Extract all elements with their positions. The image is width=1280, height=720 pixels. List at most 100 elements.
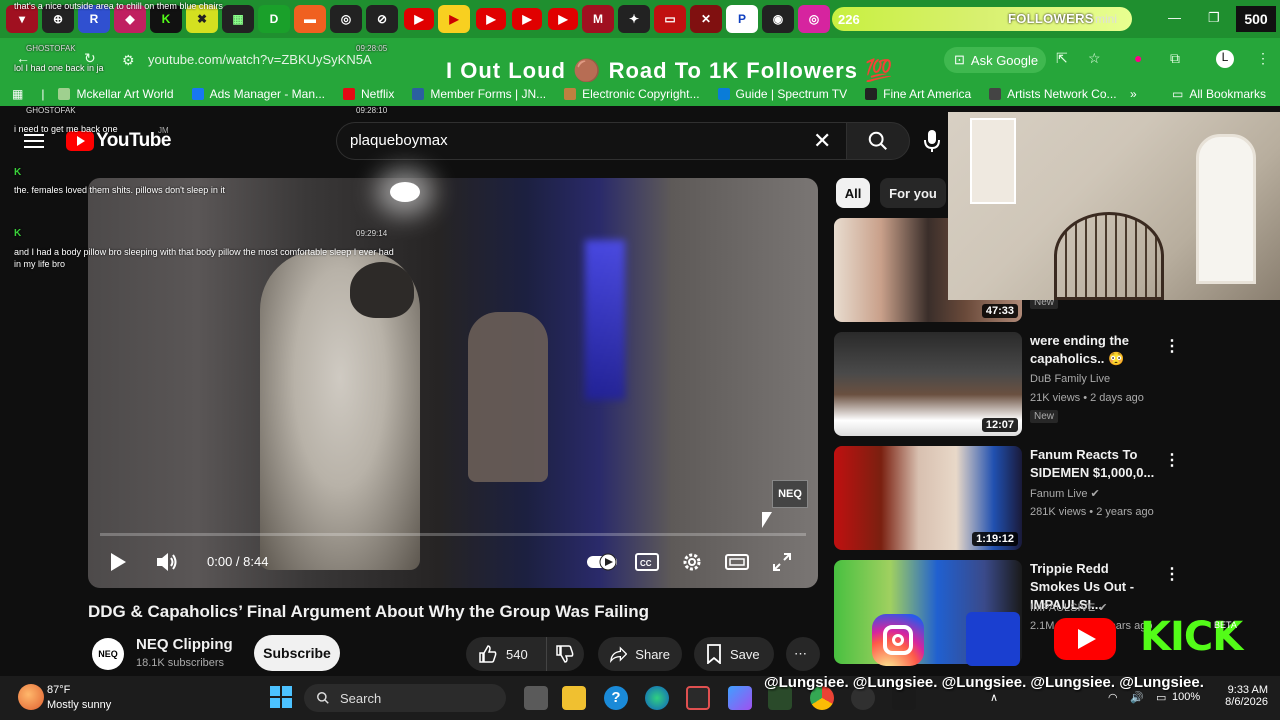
dislike-button[interactable] [546,637,584,671]
recommendation-thumbnail[interactable]: 12:07 [834,332,1022,436]
subscribe-button[interactable]: Subscribe [254,635,340,671]
recommendation-title[interactable]: Fanum Reacts To SIDEMEN $1,000,0... [1030,446,1160,482]
menu-kebab-icon[interactable]: ⋮ [1256,50,1270,67]
tab-youtube-icon[interactable]: ▶ [404,8,434,30]
like-count: 540 [506,646,528,662]
bookmark-star-icon[interactable]: ☆ [1088,50,1101,67]
bookmark-favicon-icon [717,88,730,100]
bookmark-item[interactable]: Fine Art America [865,87,971,101]
help-icon[interactable]: ? [604,686,628,710]
extensions-puzzle-icon[interactable]: ⧉ [1170,50,1180,67]
tab-star-icon[interactable]: ✦ [618,5,650,33]
like-button[interactable]: 540 [466,637,546,671]
bookmark-item[interactable]: Member Forms | JN... [412,87,546,101]
tab-o-icon[interactable]: ◉ [762,5,794,33]
apps-grid-icon[interactable]: ▦ [12,87,23,101]
recommendation-meta: 281K views • 2 years ago [1030,506,1154,518]
install-icon[interactable]: ⇱ [1056,50,1068,67]
tab-globe-icon[interactable]: ⊘ [366,5,398,33]
recommendation-thumbnail[interactable]: 1:19:12 [834,446,1022,550]
tab-d-icon[interactable]: D [258,5,290,33]
video-player[interactable] [88,178,818,588]
tab-orange-icon[interactable]: ▬ [294,5,326,33]
recommendation-channel[interactable]: DuB Family Live [1030,373,1110,385]
copilot-icon[interactable] [728,686,752,710]
bookmark-item[interactable]: Ads Manager - Man... [191,87,325,101]
bookmarks-overflow-icon[interactable]: » [1130,87,1137,101]
tab-red-icon[interactable]: ▭ [654,5,686,33]
battery-icon[interactable]: ▭ [1156,691,1166,704]
chat-username: GHOSTOFAK [26,106,76,115]
volume-button[interactable] [154,550,180,574]
search-button[interactable] [846,122,910,160]
windows-start-icon[interactable] [270,686,292,708]
fullscreen-button[interactable] [769,550,795,574]
more-actions-button[interactable]: ⋯ [786,637,820,671]
extension-icon[interactable]: ● [1134,50,1142,66]
volume-tray-icon[interactable]: 🔊 [1130,691,1144,704]
site-info-icon[interactable]: ⚙ [122,52,135,69]
progress-bar[interactable] [100,533,806,536]
bookmark-item[interactable]: Electronic Copyright... [564,87,700,101]
url-field[interactable]: youtube.com/watch?v=ZBKUySyKN5A [148,52,372,67]
network-icon[interactable]: ◠ [1108,691,1118,704]
profile-avatar-icon[interactable]: L [1216,50,1234,68]
bookmark-item[interactable]: Mckellar Art World [58,87,174,101]
share-button[interactable]: Share [598,637,682,671]
bookmark-item[interactable]: Artists Network Co... [989,87,1117,101]
chip-for-you[interactable]: For you [880,178,946,208]
recommendation-channel[interactable]: IMPAULSIVE ✔ [1030,601,1107,614]
channel-name[interactable]: NEQ Clipping [136,636,233,653]
bookmark-item[interactable]: Guide | Spectrum TV [717,87,847,101]
play-button[interactable] [106,550,130,574]
kick-chat-icon: K [14,228,22,239]
minimize-icon[interactable]: — [1168,10,1181,25]
bookmark-favicon-icon [564,88,577,100]
taskbar-clock[interactable]: 9:33 AM 8/6/2026 [1210,684,1268,708]
taskbar-search[interactable]: Search [304,684,506,712]
captions-button[interactable]: CC [634,550,660,574]
webcam-doorway [1196,134,1256,284]
tab-dark-red-icon[interactable]: ✕ [690,5,722,33]
channel-avatar[interactable]: NEQ [92,638,124,670]
tab-m-icon[interactable]: M [582,5,614,33]
weather-description[interactable]: Mostly sunny [47,699,111,711]
tab-pp-icon[interactable]: P [726,5,758,33]
file-explorer-icon[interactable] [562,686,586,710]
restore-icon[interactable]: ❐ [1208,10,1220,26]
tab-youtube-icon[interactable]: ▶ [548,8,578,30]
person-background [468,312,548,482]
recommendation-menu-icon[interactable]: ⋮ [1164,336,1180,356]
task-view-icon[interactable] [524,686,548,710]
save-button[interactable]: Save [694,637,774,671]
recommendation-menu-icon[interactable]: ⋮ [1164,450,1180,470]
all-bookmarks[interactable]: ▭ All Bookmarks [1172,87,1266,101]
duration-badge: 12:07 [981,418,1018,432]
weather-temperature[interactable]: 87°F [47,684,70,696]
search-query[interactable]: plaqueboymax [350,132,448,149]
clear-search-icon[interactable]: ✕ [813,128,831,154]
recommendation-menu-icon[interactable]: ⋮ [1164,564,1180,584]
youtube-logo-icon[interactable] [66,131,94,151]
ask-google-button[interactable]: ⊡ Ask Google [944,47,1046,73]
tab-youtube-icon[interactable]: ▶ [512,8,542,30]
voice-search-button[interactable] [918,124,946,158]
weather-sun-icon[interactable] [18,684,44,710]
tab-circle-icon[interactable]: ◎ [330,5,362,33]
recommendation-title[interactable]: were ending the capaholics.. 😳 [1030,332,1160,368]
tray-overflow-icon[interactable]: ∧ [990,691,998,704]
tab-youtube-icon[interactable]: ▶ [476,8,506,30]
recommendation-channel[interactable]: Fanum Live ✔ [1030,487,1100,500]
chip-all[interactable]: All [836,178,870,208]
tab-youtube-active-icon[interactable]: ▶ [438,5,470,33]
edge-browser-icon[interactable] [645,686,669,710]
tab-instagram-icon[interactable]: ◎ [798,5,830,33]
settings-button[interactable] [679,550,705,574]
autoplay-toggle[interactable] [586,552,618,572]
bookmark-item[interactable]: Netflix [343,87,394,101]
hamburger-menu-icon[interactable] [24,134,44,148]
store-icon[interactable] [686,686,710,710]
duration-badge: 47:33 [981,304,1018,318]
theater-mode-button[interactable] [724,550,750,574]
tab-grid-icon[interactable]: ▦ [222,5,254,33]
